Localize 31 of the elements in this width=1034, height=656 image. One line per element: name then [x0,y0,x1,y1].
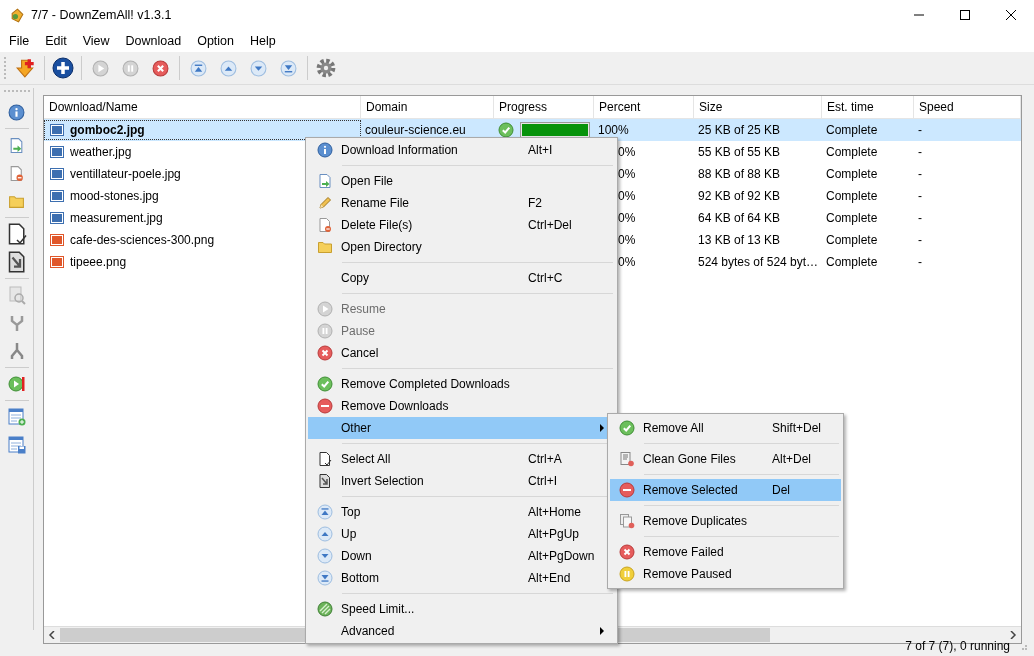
speed-text: - [918,167,922,181]
percent-text: 0% [618,255,636,269]
percent-text: 0% [618,211,636,225]
size-text: 13 KB of 13 KB [698,233,781,247]
status-text: Complete [826,123,878,137]
size-text: 55 KB of 55 KB [698,145,781,159]
status-text: Complete [826,211,878,225]
speed-text: - [918,189,922,203]
size-text: 92 KB of 92 KB [698,189,781,203]
size-text: 25 KB of 25 KB [698,123,781,137]
status-text: Complete [826,145,878,159]
percent-text: 0% [618,189,636,203]
status-text: Complete [826,189,878,203]
status-text: Complete [826,167,878,181]
status-text: 7 of 7 (7), 0 running [905,639,1010,653]
percent-text: 0% [618,145,636,159]
size-text: 88 KB of 88 KB [698,167,781,181]
size-text: 64 KB of 64 KB [698,211,781,225]
status-text: Complete [826,255,878,269]
size-text: 524 bytes of 524 byt… [698,255,819,269]
speed-text: - [918,233,922,247]
speed-text: - [918,255,922,269]
speed-text: - [918,145,922,159]
domain-text: couleur-science.eu [365,123,466,137]
percent-text: 0% [618,233,636,247]
percent-text: 0% [618,167,636,181]
status-text: Complete [826,233,878,247]
speed-text: - [918,211,922,225]
percent-text: 100% [598,123,629,137]
window-title: 7/7 - DownZemAll! v1.3.1 [31,8,172,22]
speed-text: - [918,123,922,137]
